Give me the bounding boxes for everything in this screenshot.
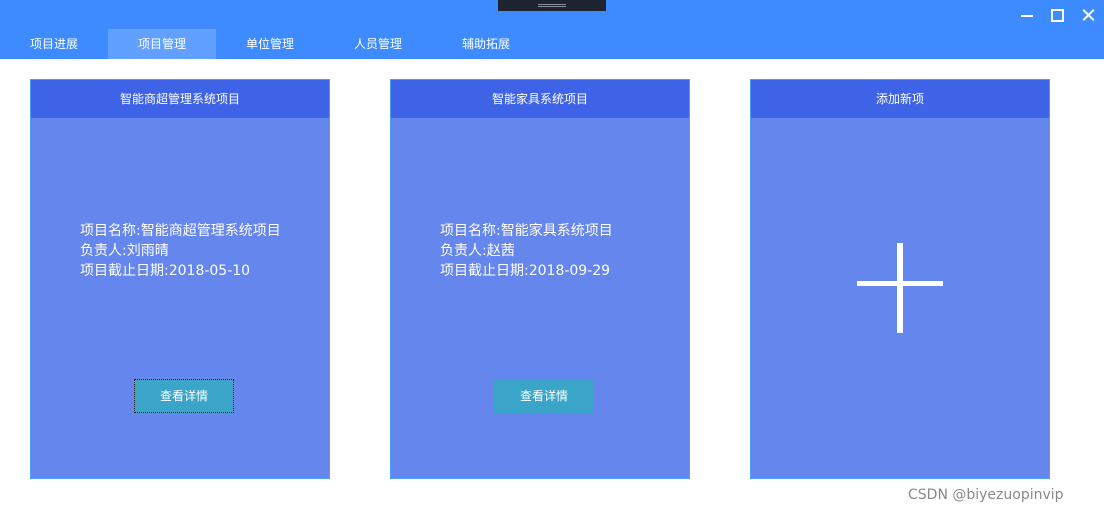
project-owner: 负责人:赵茜	[440, 243, 515, 259]
project-deadline: 项目截止日期:2018-09-29	[440, 263, 611, 279]
title-bar: 项目进展 项目管理 单位管理 人员管理 辅助拓展	[0, 0, 1104, 59]
project-deadline: 项目截止日期:2018-05-10	[80, 263, 251, 279]
tab-project-management[interactable]: 项目管理	[108, 29, 216, 59]
tab-auxiliary-extension[interactable]: 辅助拓展	[432, 29, 540, 59]
project-card: 智能商超管理系统项目 项目名称:智能商超管理系统项目 负责人:刘雨晴 项目截止日…	[30, 79, 330, 479]
card-title: 智能商超管理系统项目	[31, 80, 329, 118]
project-info: 项目名称:智能家具系统项目 负责人:赵茜 项目截止日期:2018-09-29	[440, 221, 613, 281]
drag-handle[interactable]	[498, 0, 606, 11]
view-details-button[interactable]: 查看详情	[494, 379, 594, 413]
grip-line	[538, 6, 566, 7]
maximize-icon[interactable]	[1044, 4, 1070, 26]
card-title: 智能家具系统项目	[391, 80, 689, 118]
tab-unit-management[interactable]: 单位管理	[216, 29, 324, 59]
add-project-card[interactable]: 添加新项	[750, 79, 1050, 479]
watermark: CSDN @biyezuopinvip	[908, 487, 1064, 503]
project-owner: 负责人:刘雨晴	[80, 243, 169, 259]
project-info: 项目名称:智能商超管理系统项目 负责人:刘雨晴 项目截止日期:2018-05-1…	[80, 221, 281, 281]
close-icon[interactable]	[1075, 4, 1101, 26]
project-card: 智能家具系统项目 项目名称:智能家具系统项目 负责人:赵茜 项目截止日期:201…	[390, 79, 690, 479]
card-title: 添加新项	[751, 80, 1049, 118]
minimize-icon[interactable]	[1014, 4, 1040, 26]
tab-personnel-management[interactable]: 人员管理	[324, 29, 432, 59]
view-details-button[interactable]: 查看详情	[134, 379, 234, 413]
project-name: 项目名称:智能商超管理系统项目	[80, 223, 281, 239]
project-name: 项目名称:智能家具系统项目	[440, 223, 613, 239]
grip-line	[538, 4, 566, 5]
plus-icon[interactable]	[857, 243, 945, 333]
tab-project-progress[interactable]: 项目进展	[0, 29, 108, 59]
